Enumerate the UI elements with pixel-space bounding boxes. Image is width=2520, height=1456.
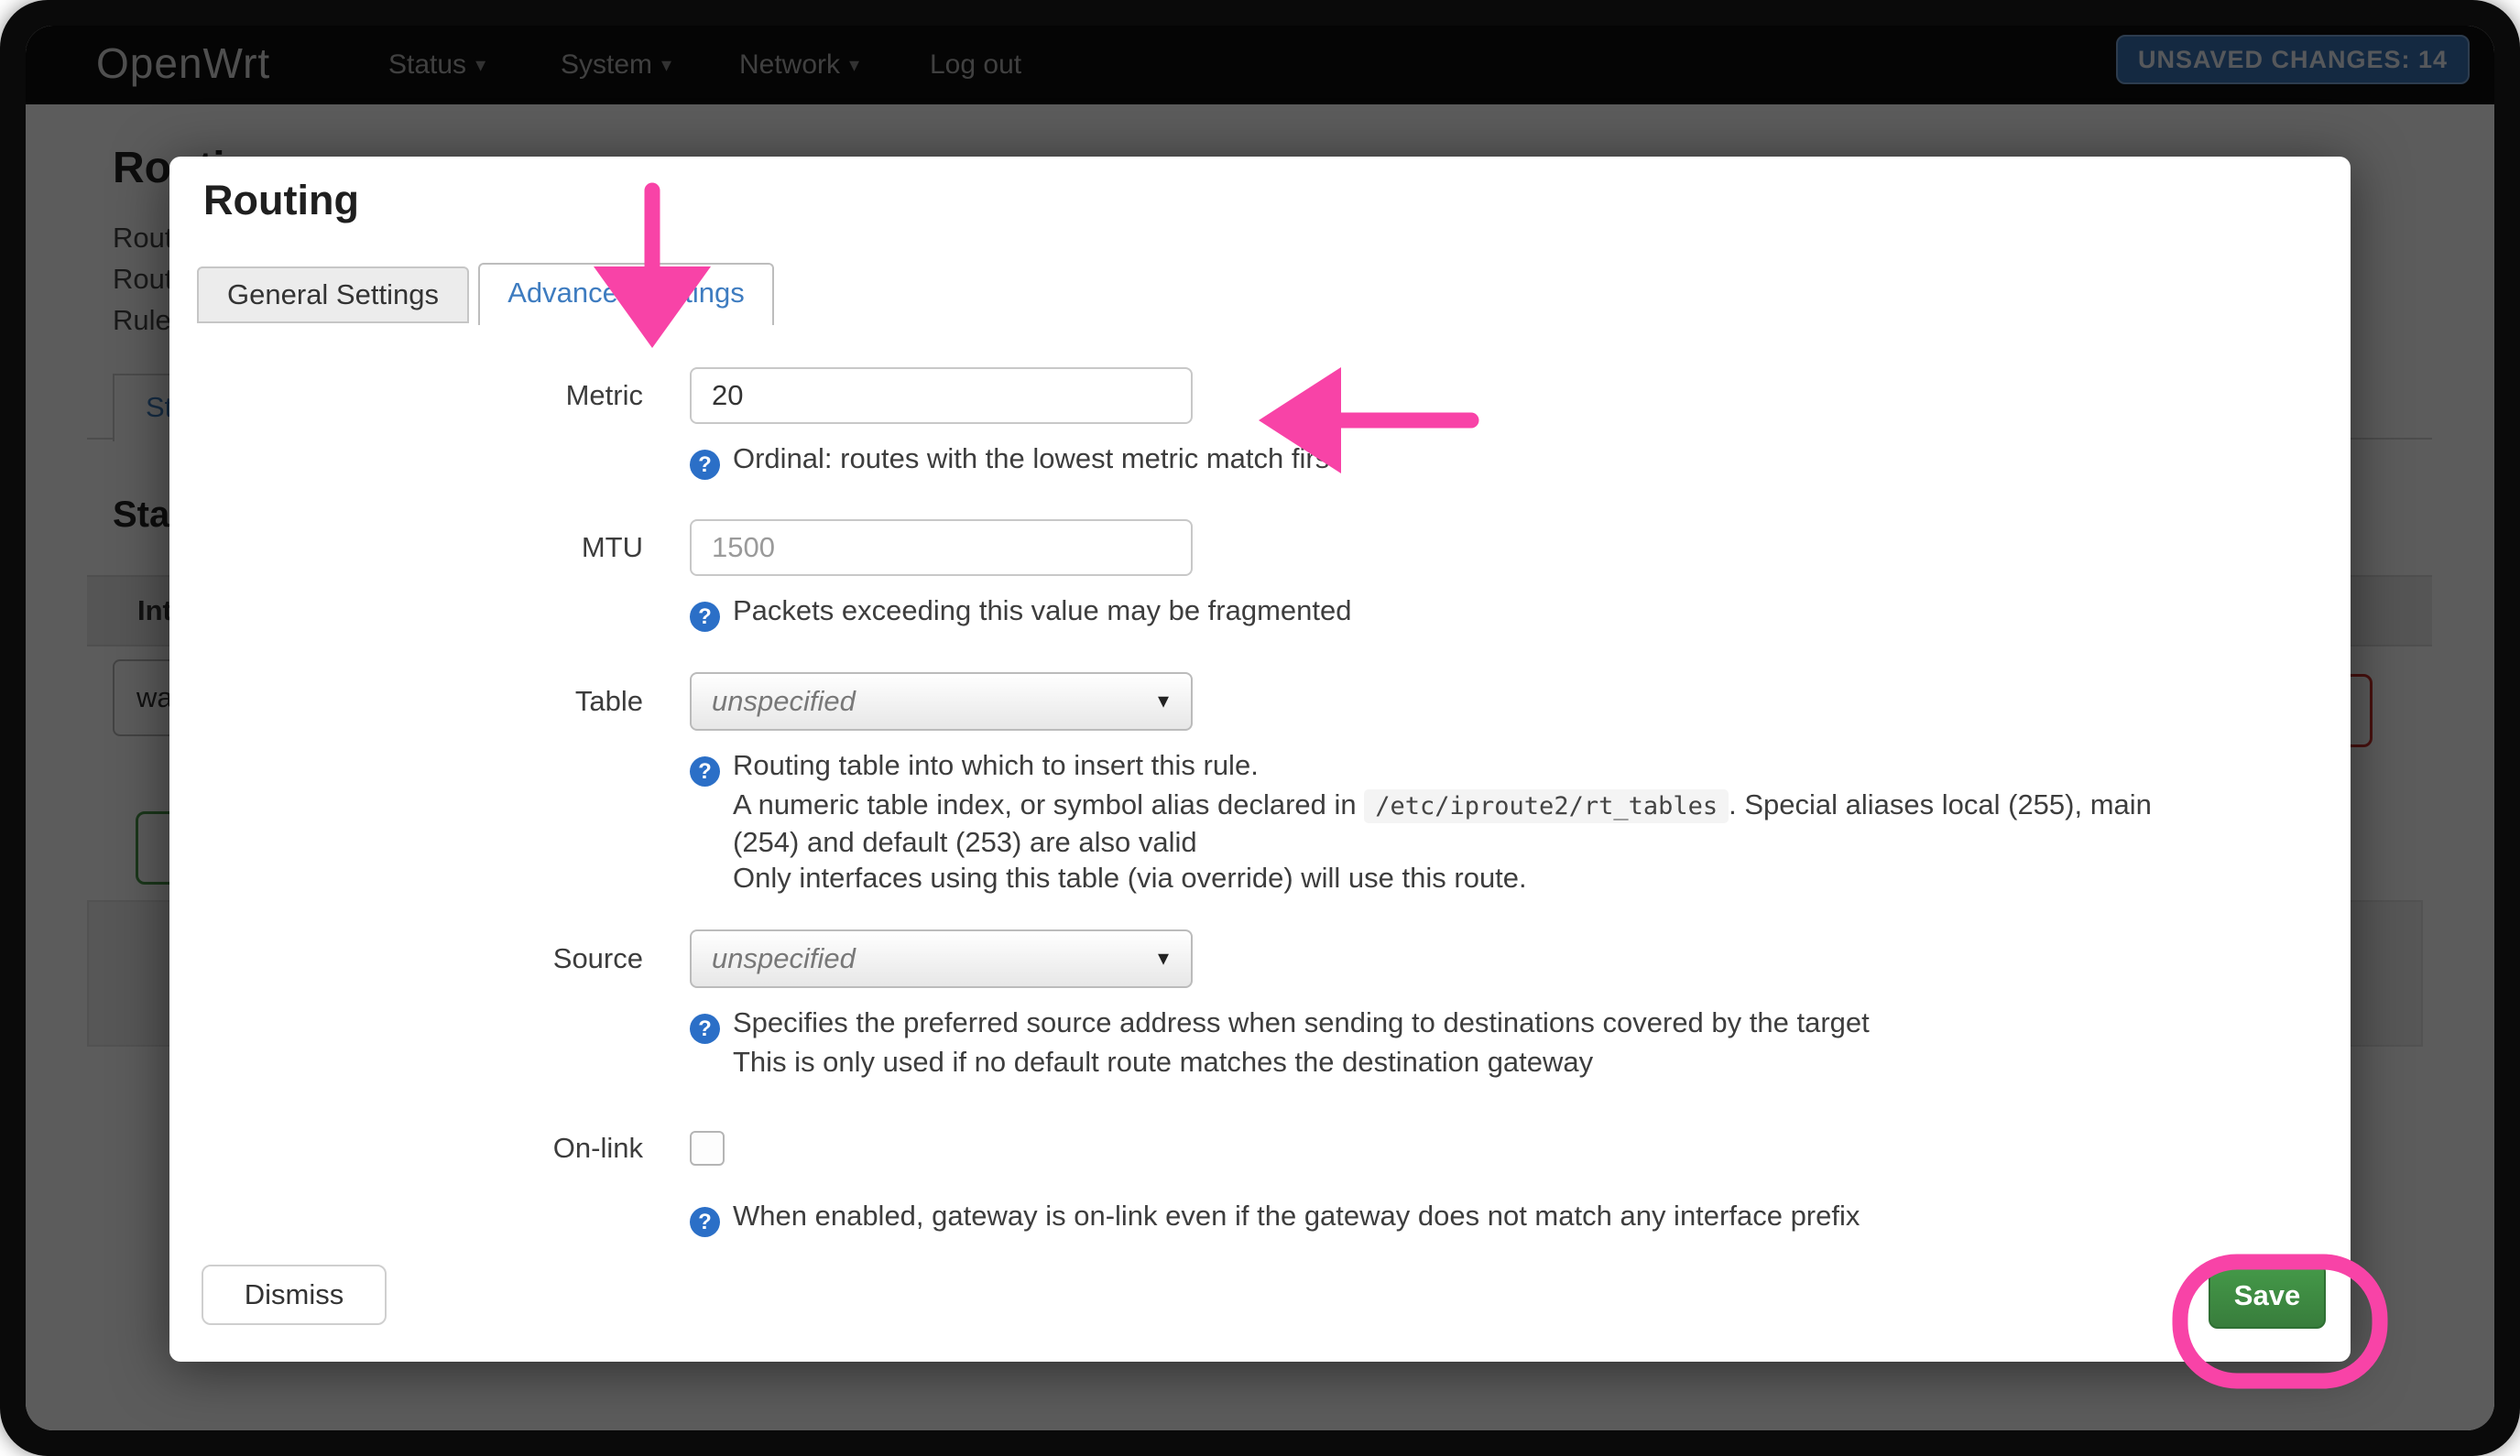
source-help: ?Specifies the preferred source address … — [690, 1005, 2323, 1080]
tab-general-settings[interactable]: General Settings — [197, 266, 469, 323]
onlink-label: On-link — [169, 1131, 643, 1166]
table-help: ?Routing table into which to insert this… — [690, 747, 2323, 896]
modal-title: Routing — [203, 177, 359, 224]
code-rt-tables-path: /etc/iproute2/rt_tables — [1364, 789, 1729, 823]
chevron-down-icon: ▾ — [1158, 931, 1169, 986]
table-select[interactable]: unspecified▾ — [690, 672, 1193, 731]
table-label: Table — [169, 672, 643, 731]
help-icon: ? — [690, 1014, 720, 1044]
metric-input[interactable] — [690, 367, 1193, 424]
help-icon: ? — [690, 756, 720, 787]
metric-help: ?Ordinal: routes with the lowest metric … — [690, 440, 2323, 480]
browser-viewport: OpenWrt Status▾ System▾ Network▾ Log out… — [26, 26, 2494, 1430]
help-icon: ? — [690, 602, 720, 632]
form-row-onlink: On-link ?When enabled, gateway is on-lin… — [169, 1131, 2323, 1237]
screenshot-root: OpenWrt Status▾ System▾ Network▾ Log out… — [0, 0, 2520, 1456]
help-icon: ? — [690, 1207, 720, 1237]
dismiss-button[interactable]: Dismiss — [202, 1265, 387, 1325]
onlink-checkbox[interactable] — [690, 1131, 725, 1166]
form-row-table: Table unspecified▾ ?Routing table into w… — [169, 672, 2323, 896]
help-icon: ? — [690, 450, 720, 480]
chevron-down-icon: ▾ — [1158, 674, 1169, 729]
metric-label: Metric — [169, 367, 643, 424]
form-row-source: Source unspecified▾ ?Specifies the prefe… — [169, 929, 2323, 1080]
onlink-help: ?When enabled, gateway is on-link even i… — [690, 1198, 2323, 1237]
mtu-input[interactable] — [690, 519, 1193, 576]
source-select[interactable]: unspecified▾ — [690, 929, 1193, 988]
form-row-metric: Metric ?Ordinal: routes with the lowest … — [169, 367, 2323, 480]
tab-advanced-settings[interactable]: Advanced Settings — [478, 263, 774, 325]
form-row-mtu: MTU ?Packets exceeding this value may be… — [169, 519, 2323, 632]
mtu-help: ?Packets exceeding this value may be fra… — [690, 592, 2323, 632]
mtu-label: MTU — [169, 519, 643, 576]
source-label: Source — [169, 929, 643, 988]
window-frame: OpenWrt Status▾ System▾ Network▾ Log out… — [0, 0, 2520, 1456]
save-button[interactable]: Save — [2209, 1263, 2326, 1329]
routing-modal: Routing General Settings Advanced Settin… — [169, 157, 2351, 1362]
